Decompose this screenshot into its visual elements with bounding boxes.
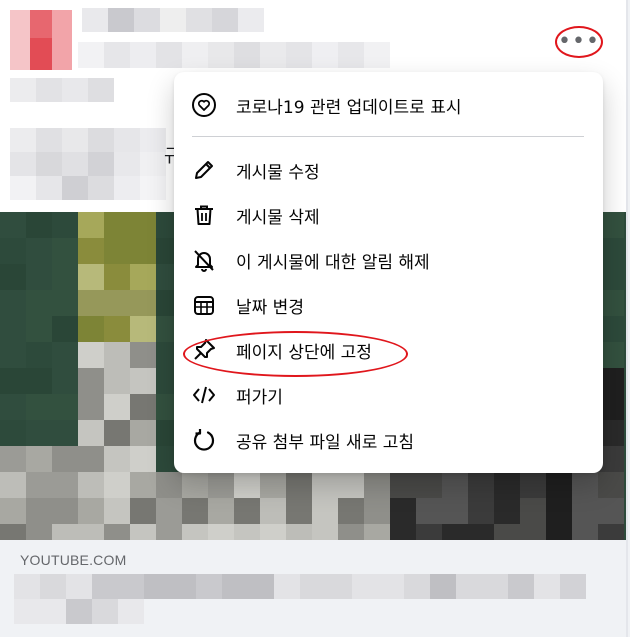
avatar[interactable] — [10, 10, 72, 70]
menu-item-label: 공유 첨부 파일 새로 고침 — [236, 432, 415, 453]
menu-item-refresh-attachment[interactable]: 공유 첨부 파일 새로 고침 — [182, 418, 595, 462]
calendar-icon — [190, 291, 218, 319]
code-icon — [190, 381, 218, 409]
post-text-redacted — [10, 78, 114, 102]
heart-badge-icon — [190, 91, 218, 119]
menu-divider — [192, 136, 584, 137]
menu-item-label: 게시물 수정 — [236, 162, 320, 183]
menu-item-pin-to-top[interactable]: 페이지 상단에 고정 — [182, 328, 595, 372]
pin-icon — [190, 336, 218, 364]
post-text-redacted-2 — [10, 128, 170, 200]
post-options-menu: 코로나19 관련 업데이트로 표시 게시물 수정 게시물 삭제 이 게시물에 대… — [174, 72, 603, 473]
more-options-button[interactable]: ••• — [555, 26, 603, 58]
menu-item-label: 날짜 변경 — [236, 297, 304, 318]
menu-item-turn-off-notifications[interactable]: 이 게시물에 대한 알림 해제 — [182, 238, 595, 282]
link-domain: YOUTUBE.COM — [20, 552, 127, 568]
link-title-redacted — [14, 574, 586, 624]
menu-item-label: 퍼가기 — [236, 387, 283, 408]
menu-item-edit-post[interactable]: 게시물 수정 — [182, 148, 595, 192]
menu-item-change-date[interactable]: 날짜 변경 — [182, 283, 595, 327]
menu-item-label: 게시물 삭제 — [236, 207, 320, 228]
menu-item-label: 페이지 상단에 고정 — [236, 342, 372, 363]
menu-item-label: 코로나19 관련 업데이트로 표시 — [236, 97, 462, 118]
menu-item-embed[interactable]: 퍼가기 — [182, 373, 595, 417]
more-icon: ••• — [558, 29, 600, 54]
refresh-icon — [190, 426, 218, 454]
trash-icon — [190, 201, 218, 229]
menu-item-label: 이 게시물에 대한 알림 해제 — [236, 252, 430, 273]
pencil-icon — [190, 156, 218, 184]
bell-off-icon — [190, 246, 218, 274]
menu-item-covid-update[interactable]: 코로나19 관련 업데이트로 표시 — [182, 83, 595, 127]
author-name-redacted — [82, 8, 264, 32]
menu-item-delete-post[interactable]: 게시물 삭제 — [182, 193, 595, 237]
post-meta-redacted — [78, 42, 390, 68]
